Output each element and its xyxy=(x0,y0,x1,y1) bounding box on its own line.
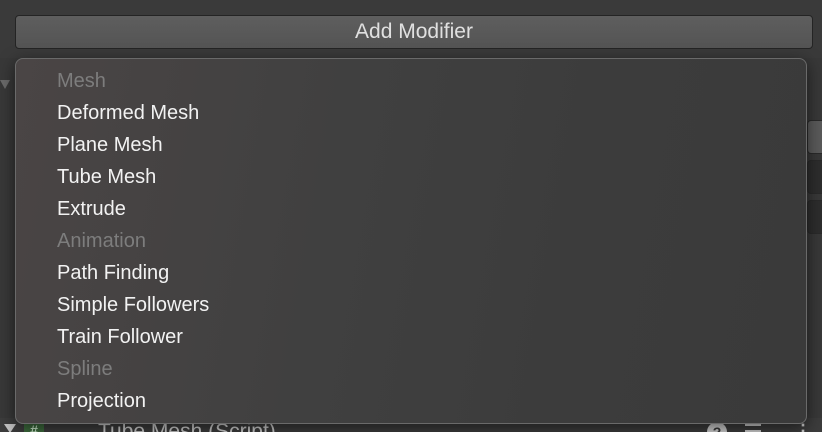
menu-header-animation: Animation xyxy=(57,230,146,252)
background-field xyxy=(807,120,822,154)
background-foldout-arrow-icon xyxy=(0,80,10,89)
modifier-menu: Mesh Deformed Mesh Plane Mesh Tube Mesh … xyxy=(16,59,806,417)
menu-item-tube-mesh[interactable]: Tube Mesh xyxy=(16,161,806,193)
background-field xyxy=(807,160,822,194)
background-field xyxy=(807,200,822,234)
menu-header-mesh: Mesh xyxy=(57,70,106,92)
menu-item-extrude[interactable]: Extrude xyxy=(16,193,806,225)
menu-item-train-follower[interactable]: Train Follower xyxy=(16,321,806,353)
menu-item-projection[interactable]: Projection xyxy=(16,385,806,417)
menu-item-simple-followers[interactable]: Simple Followers xyxy=(16,289,806,321)
foldout-arrow-icon[interactable] xyxy=(4,424,16,432)
add-modifier-button[interactable]: Add Modifier xyxy=(15,15,813,49)
menu-item-deformed-mesh[interactable]: Deformed Mesh xyxy=(16,97,806,129)
inspector-panel: Add Modifier # Tube Mesh (Script) ? ⋮ Me… xyxy=(0,0,822,432)
menu-item-path-finding[interactable]: Path Finding xyxy=(16,257,806,289)
menu-header-spline: Spline xyxy=(57,358,113,380)
add-modifier-dropdown: Mesh Deformed Mesh Plane Mesh Tube Mesh … xyxy=(15,58,807,424)
preset-icon[interactable] xyxy=(745,424,761,432)
menu-item-plane-mesh[interactable]: Plane Mesh xyxy=(16,129,806,161)
add-modifier-bar: Add Modifier xyxy=(0,0,822,58)
